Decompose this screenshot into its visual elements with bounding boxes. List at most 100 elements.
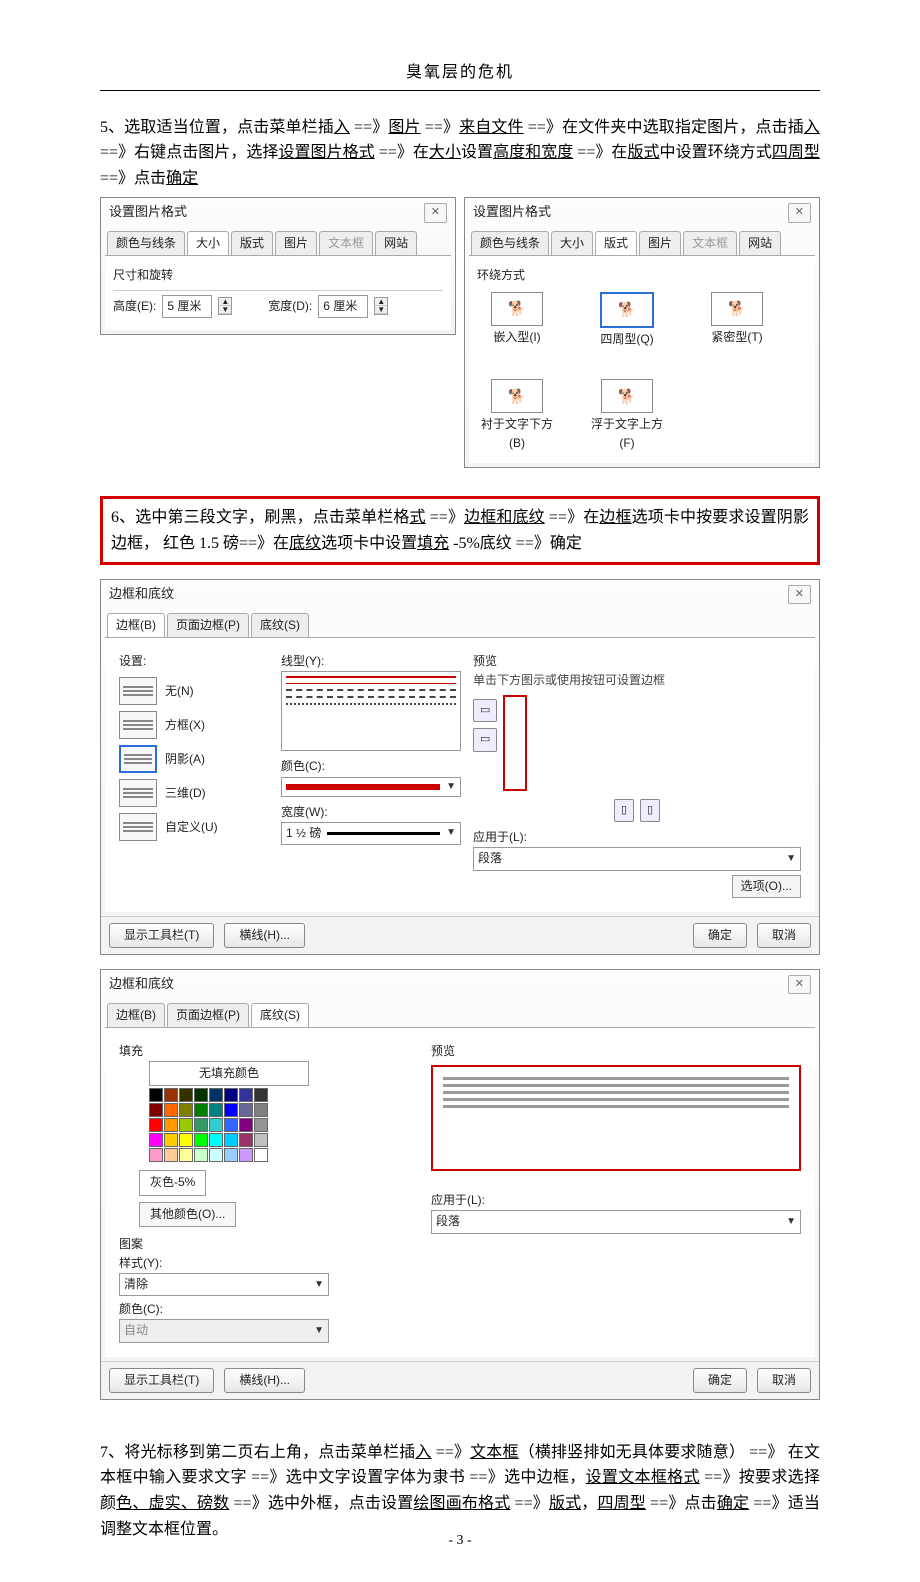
width-field[interactable]: 6 厘米 [318,295,368,318]
tab-page-border[interactable]: 页面边框(P) [167,1003,249,1027]
color-swatch[interactable] [224,1133,238,1147]
color-swatch[interactable] [194,1103,208,1117]
border-setting-option[interactable]: 阴影(A) [119,745,269,773]
color-swatch[interactable] [179,1103,193,1117]
preview-left-button[interactable]: ▯ [614,799,634,823]
color-swatch[interactable] [209,1133,223,1147]
apply-value: 段落 [478,849,502,868]
color-swatch[interactable] [179,1133,193,1147]
border-setting-option[interactable]: 无(N) [119,677,269,705]
color-combo[interactable]: ▼ [281,777,461,797]
close-icon[interactable]: ✕ [424,203,447,223]
height-field[interactable]: 5 厘米 [162,295,212,318]
border-setting-option[interactable]: 方框(X) [119,711,269,739]
tab-color-lines[interactable]: 颜色与线条 [107,231,185,255]
wrap-style-option[interactable]: 🐕嵌入型(I) [477,292,557,349]
color-swatch[interactable] [179,1118,193,1132]
tab-border[interactable]: 边框(B) [107,1003,165,1027]
color-swatch[interactable] [254,1148,268,1162]
no-fill-button[interactable]: 无填充颜色 [149,1061,309,1086]
color-swatch[interactable] [224,1148,238,1162]
apply-to-combo[interactable]: 段落▼ [473,847,801,870]
width-value: 1 ½ 磅 [286,824,321,843]
linestyle-list[interactable] [281,671,461,751]
ok-button[interactable]: 确定 [693,923,747,948]
wrap-style-option[interactable]: 🐕浮于文字上方(F) [587,379,667,453]
tab-web[interactable]: 网站 [739,231,781,255]
tab-picture[interactable]: 图片 [639,231,681,255]
color-swatch[interactable] [254,1088,268,1102]
color-swatch[interactable] [149,1133,163,1147]
color-swatch[interactable] [239,1133,253,1147]
color-swatch[interactable] [149,1148,163,1162]
color-swatch[interactable] [239,1118,253,1132]
tab-size[interactable]: 大小 [551,231,593,255]
cancel-button[interactable]: 取消 [757,1368,811,1393]
color-swatch[interactable] [194,1118,208,1132]
tab-border[interactable]: 边框(B) [107,613,165,637]
more-colors-button[interactable]: 其他颜色(O)... [139,1202,236,1227]
preview-bottom-button[interactable]: ▭ [473,728,497,752]
wrap-style-option[interactable]: 🐕紧密型(T) [697,292,777,349]
horizontal-line-button[interactable]: 横线(H)... [224,1368,305,1393]
color-swatch[interactable] [254,1118,268,1132]
tab-color-lines[interactable]: 颜色与线条 [471,231,549,255]
width-combo[interactable]: 1 ½ 磅▼ [281,822,461,845]
height-stepper[interactable]: ▲▼ [218,297,232,315]
color-swatch[interactable] [194,1133,208,1147]
color-swatch[interactable] [239,1088,253,1102]
color-swatch[interactable] [209,1088,223,1102]
color-swatch[interactable] [239,1103,253,1117]
wrap-style-option[interactable]: 🐕四周型(Q) [587,292,667,349]
color-swatch[interactable] [224,1103,238,1117]
tab-web[interactable]: 网站 [375,231,417,255]
horizontal-line-button[interactable]: 横线(H)... [224,923,305,948]
color-swatch[interactable] [164,1133,178,1147]
preview-right-button[interactable]: ▯ [640,799,660,823]
close-icon[interactable]: ✕ [788,585,811,605]
cancel-button[interactable]: 取消 [757,923,811,948]
preview-top-button[interactable]: ▭ [473,699,497,723]
color-swatch[interactable] [149,1103,163,1117]
width-stepper[interactable]: ▲▼ [374,297,388,315]
color-swatch[interactable] [164,1088,178,1102]
color-palette[interactable] [149,1088,309,1162]
border-setting-option[interactable]: 三维(D) [119,779,269,807]
color-swatch[interactable] [194,1148,208,1162]
tab-size[interactable]: 大小 [187,231,229,255]
tab-picture[interactable]: 图片 [275,231,317,255]
tab-page-border[interactable]: 页面边框(P) [167,613,249,637]
apply-value: 段落 [436,1212,460,1231]
tab-shading[interactable]: 底纹(S) [251,613,309,637]
color-swatch[interactable] [164,1103,178,1117]
color-swatch[interactable] [254,1103,268,1117]
color-swatch[interactable] [209,1118,223,1132]
close-icon[interactable]: ✕ [788,203,811,223]
options-button[interactable]: 选项(O)... [732,875,801,898]
tab-layout[interactable]: 版式 [231,231,273,255]
close-icon[interactable]: ✕ [788,975,811,995]
color-swatch[interactable] [149,1088,163,1102]
color-swatch[interactable] [224,1118,238,1132]
color-swatch[interactable] [224,1088,238,1102]
color-swatch[interactable] [179,1148,193,1162]
pattern-style-combo[interactable]: 清除▼ [119,1273,329,1296]
apply-to-combo[interactable]: 段落▼ [431,1210,801,1233]
show-toolbar-button[interactable]: 显示工具栏(T) [109,923,214,948]
color-swatch[interactable] [254,1133,268,1147]
tab-layout[interactable]: 版式 [595,231,637,255]
ok-button[interactable]: 确定 [693,1368,747,1393]
p5-t: ==》右键点击图片，选择 [100,144,278,161]
color-swatch[interactable] [149,1118,163,1132]
border-setting-option[interactable]: 自定义(U) [119,813,269,841]
color-swatch[interactable] [209,1103,223,1117]
color-swatch[interactable] [164,1148,178,1162]
color-swatch[interactable] [164,1118,178,1132]
color-swatch[interactable] [179,1088,193,1102]
color-swatch[interactable] [194,1088,208,1102]
wrap-style-option[interactable]: 🐕衬于文字下方(B) [477,379,557,453]
color-swatch[interactable] [239,1148,253,1162]
tab-shading[interactable]: 底纹(S) [251,1003,309,1027]
show-toolbar-button[interactable]: 显示工具栏(T) [109,1368,214,1393]
color-swatch[interactable] [209,1148,223,1162]
